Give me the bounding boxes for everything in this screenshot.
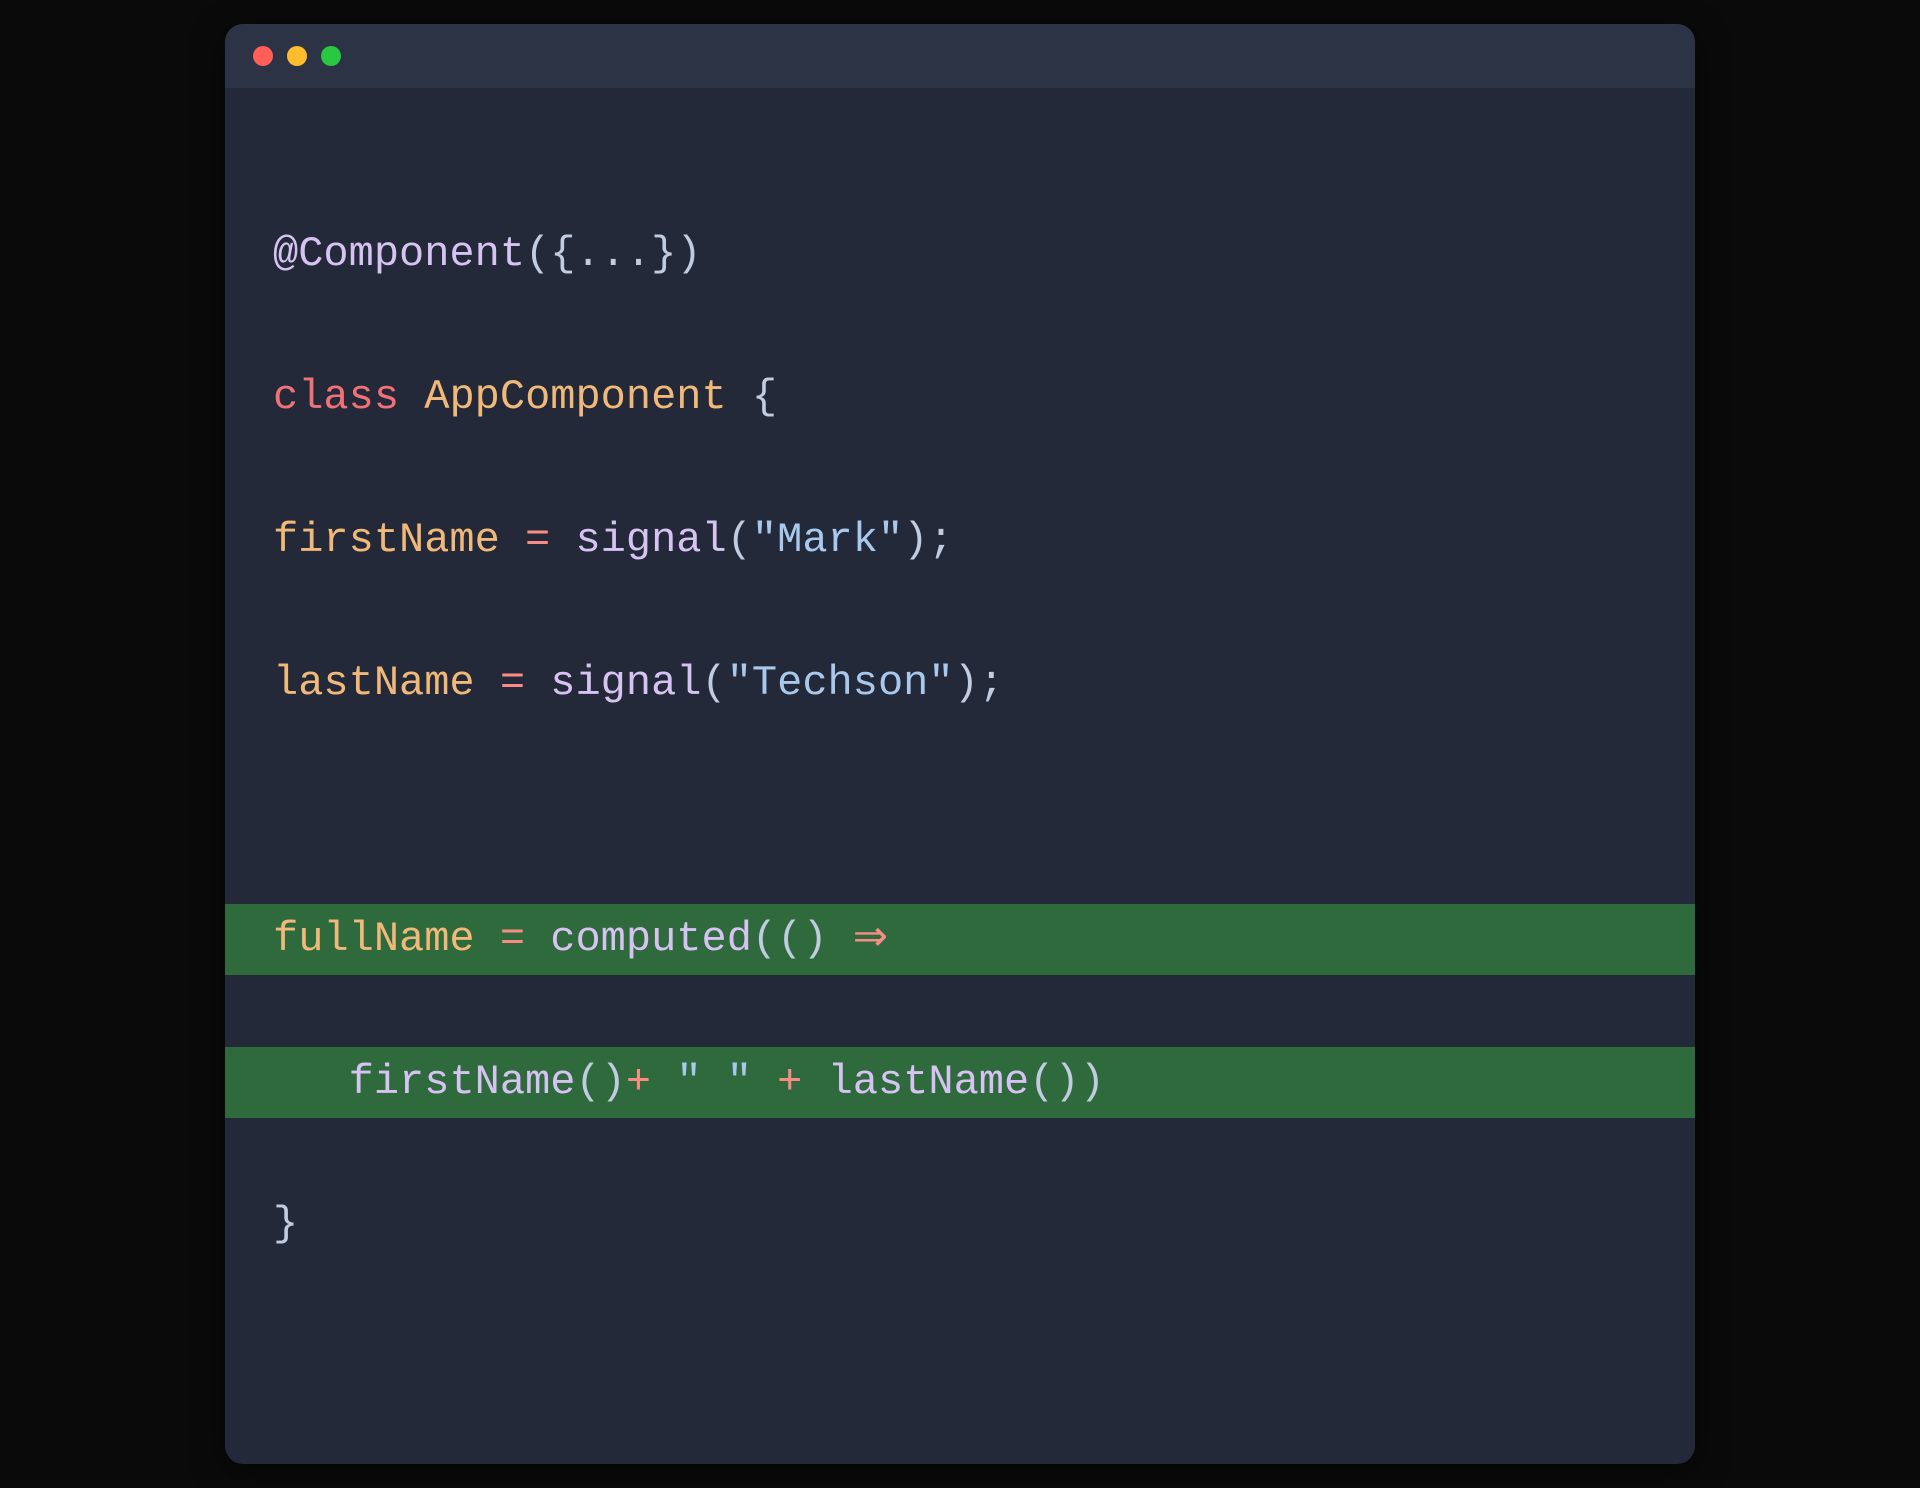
paren: ); — [903, 516, 953, 564]
property: fullName — [273, 915, 475, 963]
paren: () — [575, 1058, 625, 1106]
minimize-icon[interactable] — [287, 46, 307, 66]
function: lastName — [828, 1058, 1030, 1106]
code-line: } — [225, 1189, 1695, 1260]
punctuation: ({ — [525, 230, 575, 278]
close-icon[interactable] — [253, 46, 273, 66]
punctuation: }) — [651, 230, 701, 278]
operator: = — [500, 516, 576, 564]
brace: { — [727, 373, 777, 421]
operator: = — [475, 659, 551, 707]
keyword: class — [273, 373, 399, 421]
code-window: @Component({...}) class AppComponent { f… — [225, 24, 1695, 1464]
arrow: ⇒ — [853, 915, 888, 963]
decorator: @Component — [273, 230, 525, 278]
property: lastName — [273, 659, 475, 707]
code-line-highlight: firstName()+ " " + lastName()) — [225, 1047, 1695, 1118]
blank-line — [225, 791, 1695, 833]
code-line-highlight: fullName = computed(() ⇒ — [225, 904, 1695, 975]
code-content: @Component({...}) class AppComponent { f… — [225, 88, 1695, 1464]
paren: ()) — [1029, 1058, 1105, 1106]
indent — [273, 1058, 349, 1106]
function: signal — [550, 659, 701, 707]
function: firstName — [349, 1058, 576, 1106]
code-line: @Component({...}) — [225, 219, 1695, 290]
paren: ( — [702, 659, 727, 707]
property: firstName — [273, 516, 500, 564]
class-name: AppComponent — [424, 373, 726, 421]
code-line: firstName = signal("Mark"); — [225, 505, 1695, 576]
string: "Mark" — [752, 516, 903, 564]
string: " " — [676, 1058, 752, 1106]
operator: = — [475, 915, 551, 963]
window-titlebar — [225, 24, 1695, 88]
paren: ); — [954, 659, 1004, 707]
paren: ( — [727, 516, 752, 564]
function: signal — [575, 516, 726, 564]
paren: (() — [752, 915, 853, 963]
string: "Techson" — [727, 659, 954, 707]
ellipsis: ... — [575, 230, 651, 278]
code-line: lastName = signal("Techson"); — [225, 648, 1695, 719]
operator: + — [626, 1058, 676, 1106]
function: computed — [550, 915, 752, 963]
brace: } — [273, 1200, 298, 1248]
operator: + — [752, 1058, 828, 1106]
code-line: class AppComponent { — [225, 362, 1695, 433]
maximize-icon[interactable] — [321, 46, 341, 66]
